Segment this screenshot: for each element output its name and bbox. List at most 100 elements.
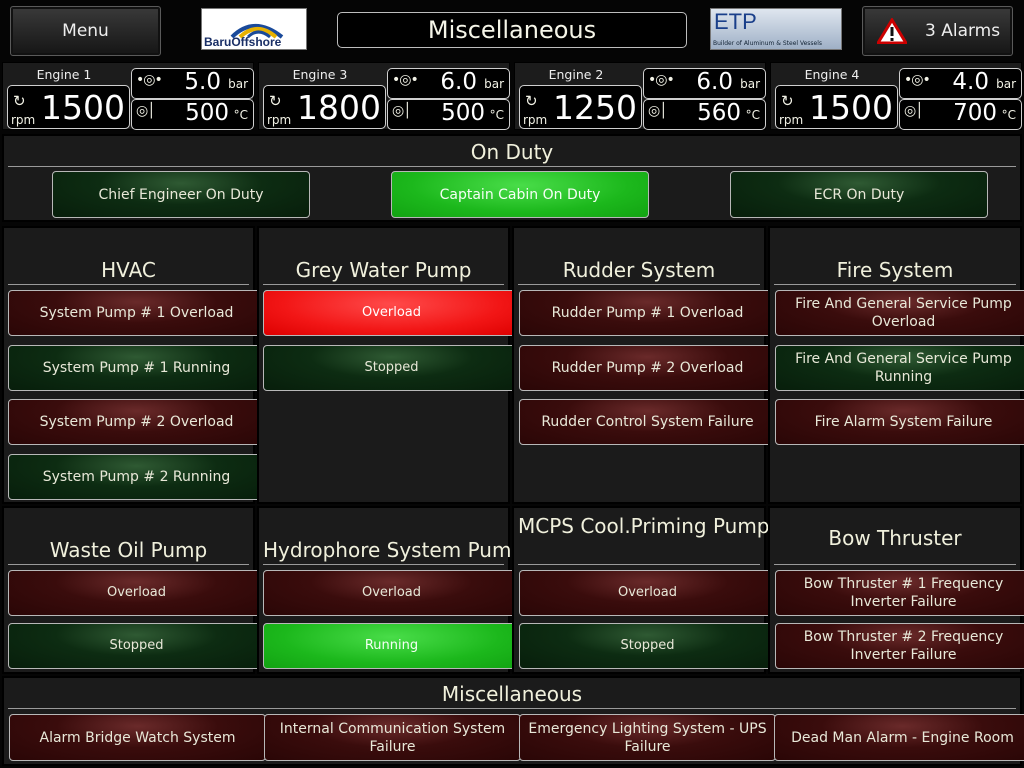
page-title-text: Miscellaneous — [427, 16, 597, 44]
temperature-unit: °C — [1001, 108, 1016, 122]
fire-system-panel: Fire System Fire And General Service Pum… — [768, 226, 1024, 504]
bow-thruster-panel: Bow Thruster Bow Thruster # 1 Frequency … — [768, 506, 1024, 674]
engine-gauge-panel: Engine 4 ↻ rpm 1500 •◎• 4.0 bar ◎│ 700 °C — [770, 62, 1022, 130]
rpm-unit: rpm — [779, 113, 804, 127]
grey-water-stopped-indicator[interactable]: Stopped — [263, 345, 520, 391]
hvac-panel: HVAC System Pump # 1 Overload System Pum… — [2, 226, 265, 504]
temperature-value: 500 — [185, 100, 229, 126]
oil-temperature-icon: ◎│ — [648, 103, 668, 119]
rudder-pump2-overload-indicator[interactable]: Rudder Pump # 2 Overload — [519, 345, 776, 391]
engine-name: Engine 4 — [804, 67, 860, 82]
baru-offshore-logo: BaruOffshore — [201, 8, 307, 50]
hvac-pump1-running-indicator[interactable]: System Pump # 1 Running — [8, 345, 265, 391]
waste-oil-pump-panel: Waste Oil Pump Overload Stopped — [2, 506, 265, 674]
mcps-stopped-indicator[interactable]: Stopped — [519, 623, 776, 669]
rotation-icon: ↻ — [781, 92, 794, 110]
hvac-pump2-overload-indicator[interactable]: System Pump # 2 Overload — [8, 399, 265, 445]
oil-pressure-readout: •◎• 6.0 bar — [387, 68, 510, 99]
hvac-title: HVAC — [8, 258, 249, 285]
pressure-value: 5.0 — [184, 69, 221, 95]
rudder-control-failure-indicator[interactable]: Rudder Control System Failure — [519, 399, 776, 445]
rpm-readout: ↻ rpm 1250 — [519, 85, 642, 129]
alarms-count-label: 3 Alarms — [925, 21, 1001, 41]
bow-thruster-title: Bow Thruster — [828, 526, 962, 550]
hvac-pump1-overload-indicator[interactable]: System Pump # 1 Overload — [8, 290, 265, 336]
grey-water-pump-panel: Grey Water Pump Overload Stopped — [257, 226, 520, 504]
mcps-overload-indicator[interactable]: Overload — [519, 570, 776, 616]
etp-logo-subtext: Builder of Aluminum & Steel Vessels — [713, 40, 823, 47]
chief-engineer-on-duty-button[interactable]: Chief Engineer On Duty — [52, 171, 310, 218]
warning-icon — [877, 18, 907, 44]
emergency-lighting-ups-failure-indicator[interactable]: Emergency Lighting System - UPS Failure — [519, 714, 776, 761]
mcps-title-divider — [518, 564, 760, 565]
rotation-icon: ↻ — [269, 92, 282, 110]
oil-pressure-icon: •◎• — [904, 72, 931, 88]
rudder-system-title: Rudder System — [518, 258, 760, 285]
oil-pressure-readout: •◎• 6.0 bar — [643, 68, 766, 99]
waste-oil-stopped-indicator[interactable]: Stopped — [8, 623, 265, 669]
menu-button[interactable]: Menu — [10, 6, 161, 56]
temperature-readout: ◎│ 500 °C — [131, 99, 254, 130]
temperature-value: 560 — [697, 100, 741, 126]
temperature-unit: °C — [745, 108, 760, 122]
oil-pressure-readout: •◎• 4.0 bar — [899, 68, 1022, 99]
oil-pressure-readout: •◎• 5.0 bar — [131, 68, 254, 99]
rpm-value: 1500 — [809, 88, 893, 127]
bow-thruster1-inverter-failure-indicator[interactable]: Bow Thruster # 1 Frequency Inverter Fail… — [775, 570, 1024, 616]
rpm-value: 1800 — [297, 88, 381, 127]
hydrophore-pump-title: Hydrophore System Pump — [263, 538, 524, 565]
rpm-value: 1500 — [41, 88, 125, 127]
rotation-icon: ↻ — [525, 92, 538, 110]
fire-pump-overload-indicator[interactable]: Fire And General Service Pump Overload — [775, 290, 1024, 336]
oil-temperature-icon: ◎│ — [136, 103, 156, 119]
engine-gauge-panel: Engine 1 ↻ rpm 1500 •◎• 5.0 bar ◎│ 500 °C — [2, 62, 254, 130]
oil-temperature-icon: ◎│ — [392, 103, 412, 119]
grey-water-overload-indicator[interactable]: Overload — [263, 290, 520, 336]
hvac-pump2-running-indicator[interactable]: System Pump # 2 Running — [8, 454, 265, 500]
on-duty-title: On Duty — [8, 140, 1016, 167]
temperature-readout: ◎│ 560 °C — [643, 99, 766, 130]
dead-man-alarm-indicator[interactable]: Dead Man Alarm - Engine Room — [774, 714, 1024, 761]
waste-oil-overload-indicator[interactable]: Overload — [8, 570, 265, 616]
rpm-readout: ↻ rpm 1500 — [775, 85, 898, 129]
bow-thruster2-inverter-failure-indicator[interactable]: Bow Thruster # 2 Frequency Inverter Fail… — [775, 623, 1024, 669]
pressure-value: 6.0 — [440, 69, 477, 95]
rpm-unit: rpm — [11, 113, 36, 127]
captain-cabin-on-duty-button[interactable]: Captain Cabin On Duty — [391, 171, 649, 218]
mcps-priming-pump-title: MCPS Cool.Priming Pump — [518, 514, 770, 538]
rpm-unit: rpm — [267, 113, 292, 127]
temperature-readout: ◎│ 700 °C — [899, 99, 1022, 130]
mcps-priming-pump-panel: MCPS Cool.Priming Pump Overload Stopped — [512, 506, 776, 674]
rotation-icon: ↻ — [13, 92, 26, 110]
fire-alarm-failure-indicator[interactable]: Fire Alarm System Failure — [775, 399, 1024, 445]
on-duty-panel: On Duty Chief Engineer On Duty Captain C… — [2, 134, 1022, 222]
oil-pressure-icon: •◎• — [392, 72, 419, 88]
miscellaneous-title: Miscellaneous — [8, 682, 1016, 709]
internal-communication-failure-indicator[interactable]: Internal Communication System Failure — [264, 714, 521, 761]
engine-gauge-panel: Engine 3 ↻ rpm 1800 •◎• 6.0 bar ◎│ 500 °C — [258, 62, 510, 130]
engine-name: Engine 2 — [548, 67, 604, 82]
alarms-button[interactable]: 3 Alarms — [862, 6, 1013, 56]
hydrophore-running-indicator[interactable]: Running — [263, 623, 520, 669]
oil-pressure-icon: •◎• — [648, 72, 675, 88]
menu-label: Menu — [62, 21, 109, 41]
pressure-unit: bar — [740, 77, 760, 91]
temperature-unit: °C — [489, 108, 504, 122]
alarm-bridge-watch-indicator[interactable]: Alarm Bridge Watch System — [9, 714, 266, 761]
grey-water-pump-title: Grey Water Pump — [263, 258, 504, 285]
etp-logo-text: ETP — [714, 9, 757, 34]
pressure-unit: bar — [228, 77, 248, 91]
rudder-pump1-overload-indicator[interactable]: Rudder Pump # 1 Overload — [519, 290, 776, 336]
fire-pump-running-indicator[interactable]: Fire And General Service Pump Running — [775, 345, 1024, 391]
temperature-unit: °C — [233, 108, 248, 122]
oil-temperature-icon: ◎│ — [904, 103, 924, 119]
hydrophore-pump-panel: Hydrophore System Pump Overload Running — [257, 506, 524, 674]
etp-logo: ETP Builder of Aluminum & Steel Vessels — [710, 8, 842, 50]
pressure-value: 6.0 — [696, 69, 733, 95]
hydrophore-overload-indicator[interactable]: Overload — [263, 570, 520, 616]
pressure-unit: bar — [996, 77, 1016, 91]
fire-system-title: Fire System — [774, 258, 1016, 285]
ecr-on-duty-button[interactable]: ECR On Duty — [730, 171, 988, 218]
temperature-readout: ◎│ 500 °C — [387, 99, 510, 130]
engine-name: Engine 1 — [36, 67, 92, 82]
